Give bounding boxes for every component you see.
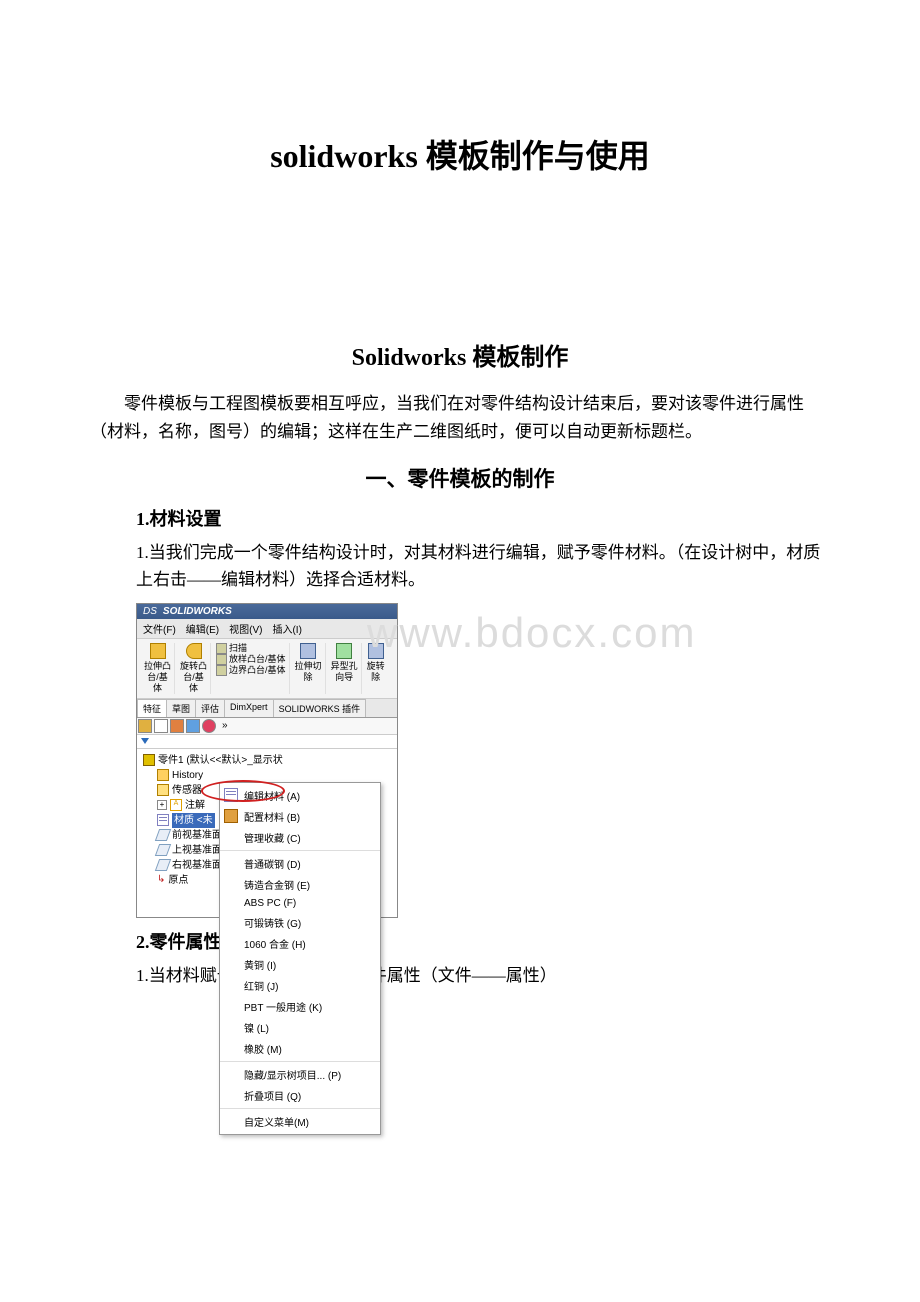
tree-history[interactable]: History <box>139 768 395 783</box>
ribbon-extrude[interactable]: 拉伸凸 台/基 体 <box>141 643 175 693</box>
menu-brass[interactable]: 黄铜 (I) <box>220 954 380 975</box>
boundary-icon <box>216 665 227 676</box>
sw-menubar: 文件(F) 编辑(E) 视图(V) 插入(I) <box>137 619 397 639</box>
plane-icon <box>155 829 171 841</box>
menu-copper[interactable]: 红铜 (J) <box>220 975 380 996</box>
revcut-icon <box>368 643 384 659</box>
ribbon-revolve[interactable]: 旋转凸 台/基 体 <box>177 643 211 693</box>
sw-logo-icon: DS <box>143 606 157 617</box>
cut-icon <box>300 643 316 659</box>
menu-edit[interactable]: 编辑(E) <box>186 621 219 636</box>
menu-config-material[interactable]: 配置材料 (B) <box>220 806 380 827</box>
menu-edit-material[interactable]: 编辑材料 (A) <box>220 785 380 806</box>
sw-titlebar: DS SOLIDWORKS <box>137 604 397 619</box>
ribbon-boundary[interactable]: 边界凸台/基体 <box>216 665 286 676</box>
menu-cast-alloy[interactable]: 铸造合金钢 (E) <box>220 874 380 895</box>
tab-sketch[interactable]: 草图 <box>166 699 196 717</box>
section-1-title: 一、零件模板的制作 <box>90 463 830 493</box>
hole-wizard-icon <box>336 643 352 659</box>
part-icon <box>143 754 155 766</box>
sw-toolbar-small: » <box>137 718 397 735</box>
config-material-icon <box>224 809 238 823</box>
menu-view[interactable]: 视图(V) <box>229 621 262 636</box>
material-icon <box>157 814 169 826</box>
tb-icon-1[interactable] <box>138 719 152 733</box>
menu-ductile-iron[interactable]: 可锻铸铁 (G) <box>220 912 380 933</box>
extrude-icon <box>150 643 166 659</box>
menu-collapse[interactable]: 折叠项目 (Q) <box>220 1085 380 1106</box>
solidworks-screenshot: www.bdocx.com DS SOLIDWORKS 文件(F) 编辑(E) … <box>136 603 398 917</box>
annotation-icon: A <box>170 799 182 811</box>
sw-filter-bar[interactable] <box>137 735 397 749</box>
sw-tabs: 特征 草图 评估 DimXpert SOLIDWORKS 插件 <box>137 699 397 718</box>
expand-icon[interactable]: + <box>157 800 167 810</box>
document-subtitle: Solidworks 模板制作 <box>90 337 830 372</box>
sweep-icon <box>216 643 227 654</box>
tab-dimxpert[interactable]: DimXpert <box>224 699 274 717</box>
edit-material-icon <box>224 788 238 802</box>
menu-rubber[interactable]: 橡胶 (M) <box>220 1038 380 1059</box>
ribbon-cut[interactable]: 拉伸切 除 <box>292 643 326 693</box>
sw-app-name: SOLIDWORKS <box>163 606 232 617</box>
tree-part-root[interactable]: 零件1 (默认<<默认>_显示状 <box>139 753 395 768</box>
ribbon-loft[interactable]: 放样凸台/基体 <box>216 654 286 665</box>
menu-file[interactable]: 文件(F) <box>143 621 176 636</box>
watermark-text: www.bdocx.com <box>367 609 696 657</box>
menu-custom[interactable]: 自定义菜单(M) <box>220 1108 380 1132</box>
ribbon-hole[interactable]: 异型孔 向导 <box>328 643 362 693</box>
tb-icon-3[interactable] <box>170 719 184 733</box>
ribbon-sweep[interactable]: 扫描 <box>216 643 247 654</box>
menu-insert[interactable]: 插入(I) <box>272 621 301 636</box>
tb-icon-2[interactable] <box>154 719 168 733</box>
loft-icon <box>216 654 227 665</box>
tab-evaluate[interactable]: 评估 <box>195 699 225 717</box>
paragraph-step-1: 1.当我们完成一个零件结构设计时，对其材料进行编辑，赋予零件材料。（在设计树中，… <box>136 539 830 593</box>
material-context-menu: 编辑材料 (A) 配置材料 (B) 管理收藏 (C) 普通碳钢 (D) 铸造合金… <box>219 782 381 1135</box>
menu-nickel[interactable]: 镍 (L) <box>220 1017 380 1038</box>
revolve-icon <box>186 643 202 659</box>
folder-icon <box>157 769 169 781</box>
sw-ribbon: 拉伸凸 台/基 体 旋转凸 台/基 体 扫描 放样凸台/基体 边界凸台/基体 拉… <box>137 639 397 698</box>
ribbon-revcut[interactable]: 旋转 除 <box>364 643 388 693</box>
menu-manage-favorites[interactable]: 管理收藏 (C) <box>220 827 380 848</box>
menu-1060-alloy[interactable]: 1060 合金 (H) <box>220 933 380 954</box>
plane-icon <box>155 844 171 856</box>
heading-material-setting: 1.材料设置 <box>136 505 830 531</box>
menu-hide-show-tree[interactable]: 隐藏/显示树项目... (P) <box>220 1061 380 1085</box>
menu-abs-pc[interactable]: ABS PC (F) <box>220 895 380 912</box>
origin-icon: ↳ <box>157 875 165 885</box>
ribbon-group-sweep: 扫描 放样凸台/基体 边界凸台/基体 <box>213 643 290 693</box>
filter-icon <box>141 738 149 744</box>
document-title: solidworks 模板制作与使用 <box>90 131 830 177</box>
menu-pbt[interactable]: PBT 一般用途 (K) <box>220 996 380 1017</box>
tab-plugin[interactable]: SOLIDWORKS 插件 <box>273 699 367 717</box>
tab-feature[interactable]: 特征 <box>137 699 167 717</box>
sensor-icon <box>157 784 169 796</box>
plane-icon <box>155 859 171 871</box>
toolbar-chevron-icon[interactable]: » <box>218 720 232 731</box>
tb-icon-5[interactable] <box>202 719 216 733</box>
tb-icon-4[interactable] <box>186 719 200 733</box>
intro-paragraph: 零件模板与工程图模板要相互呼应，当我们在对零件结构设计结束后，要对该零件进行属性… <box>90 390 830 444</box>
menu-carbon-steel[interactable]: 普通碳钢 (D) <box>220 850 380 874</box>
